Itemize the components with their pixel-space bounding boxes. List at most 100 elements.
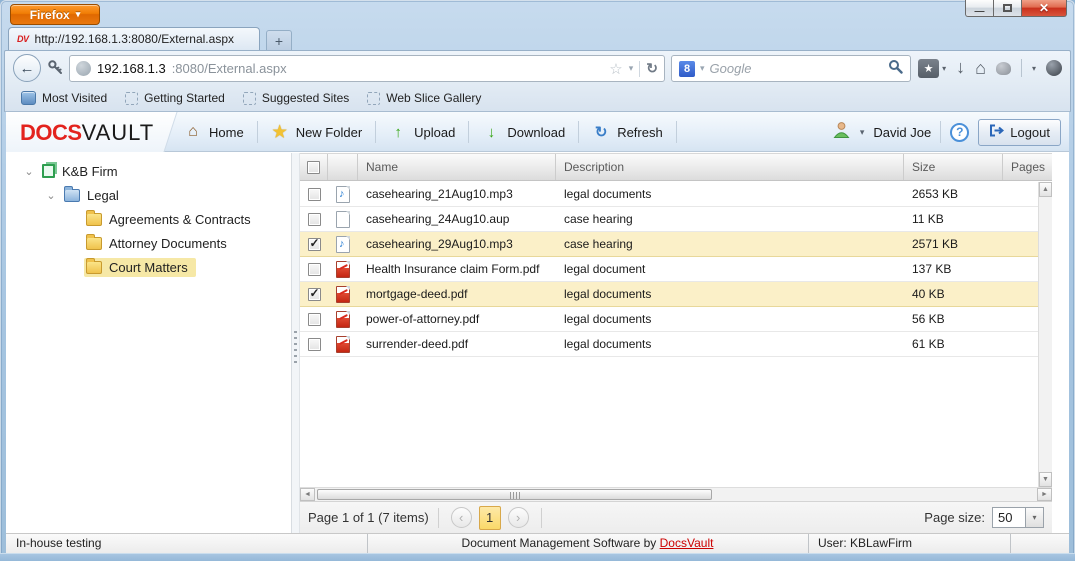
search-bar[interactable]: 8 ▾ Google: [671, 55, 911, 82]
maximize-button[interactable]: [994, 0, 1021, 17]
page-size-dropdown-icon[interactable]: ▾: [1026, 507, 1044, 528]
row-checkbox[interactable]: [308, 313, 321, 326]
file-row-surrender-deed-pdf[interactable]: surrender-deed.pdf legal documents 61 KB: [300, 332, 1052, 357]
file-size: 56 KB: [904, 312, 1003, 326]
file-row-power-of-attorney-pdf[interactable]: power-of-attorney.pdf legal documents 56…: [300, 307, 1052, 332]
name-column-header[interactable]: Name: [358, 154, 556, 180]
bookmarks-caret-icon[interactable]: ▾: [942, 64, 946, 73]
reload-icon[interactable]: ↻: [646, 60, 658, 77]
vertical-scrollbar[interactable]: ▲ ▼: [1038, 182, 1052, 487]
file-name[interactable]: casehearing_21Aug10.mp3: [358, 187, 556, 201]
file-name[interactable]: Health Insurance claim Form.pdf: [358, 262, 556, 276]
app-header: DOCSVAULT ⌂ Home ★ New Folder ↑ Upload ↓…: [6, 112, 1069, 152]
scroll-right-icon[interactable]: ►: [1037, 488, 1052, 501]
downloads-icon[interactable]: ↓: [956, 57, 965, 78]
user-icon[interactable]: [832, 121, 851, 143]
logout-icon: [989, 124, 1004, 140]
help-button[interactable]: ?: [950, 123, 969, 142]
file-row-casehearing-21aug10-mp3[interactable]: ♪ casehearing_21Aug10.mp3 legal document…: [300, 182, 1052, 207]
horizontal-scrollbar[interactable]: ◄ ►: [300, 487, 1052, 501]
toolbar-download-button[interactable]: ↓ Download: [469, 119, 578, 145]
file-name[interactable]: power-of-attorney.pdf: [358, 312, 556, 326]
scroll-down-icon[interactable]: ▼: [1039, 472, 1052, 487]
most-visited-icon: [21, 91, 36, 105]
file-description: legal documents: [556, 337, 904, 351]
file-name[interactable]: casehearing_24Aug10.aup: [358, 212, 556, 226]
toolbar-upload-button[interactable]: ↑ Upload: [376, 119, 468, 145]
chevron-down-icon[interactable]: ⌄: [18, 165, 40, 178]
file-row-mortgage-deed-pdf[interactable]: mortgage-deed.pdf legal documents 40 KB: [300, 282, 1052, 307]
row-checkbox[interactable]: [308, 338, 321, 351]
file-name[interactable]: surrender-deed.pdf: [358, 337, 556, 351]
app-toolbar: ⌂ Home ★ New Folder ↑ Upload ↓ Download …: [171, 112, 677, 152]
minimize-button[interactable]: —: [965, 0, 994, 17]
google-icon[interactable]: 8: [679, 61, 695, 77]
user-caret-icon[interactable]: ▾: [860, 127, 865, 138]
row-checkbox[interactable]: [308, 263, 321, 276]
addon-plugin-icon[interactable]: [996, 62, 1011, 75]
back-button[interactable]: ←: [13, 54, 41, 82]
close-button[interactable]: ✕: [1021, 0, 1067, 17]
dashed-bookmark-icon: [243, 92, 256, 105]
addon-caret-icon[interactable]: ▾: [1032, 64, 1036, 73]
bookmark-web-slice-gallery[interactable]: Web Slice Gallery: [359, 88, 489, 108]
tree-item-legal[interactable]: ⌄ Legal: [6, 183, 291, 207]
bookmark-star-icon[interactable]: ☆: [609, 60, 622, 78]
description-column-header[interactable]: Description: [556, 154, 904, 180]
row-checkbox[interactable]: [308, 213, 321, 226]
browser-tab-external-aspx[interactable]: DV http://192.168.1.3:8080/External.aspx: [8, 27, 260, 50]
title-bar[interactable]: Firefox ▾ — ✕: [0, 0, 1075, 27]
tree-item-court-matters[interactable]: Court Matters: [6, 255, 291, 279]
toolbar-home-button[interactable]: ⌂ Home: [171, 119, 257, 145]
logout-button[interactable]: Logout: [978, 119, 1061, 146]
header-separator: [940, 121, 941, 143]
scroll-up-icon[interactable]: ▲: [1039, 182, 1052, 197]
home-page-icon[interactable]: ⌂: [975, 58, 986, 79]
search-engine-dropdown-icon[interactable]: ▾: [700, 63, 705, 74]
tree-item-attorney-documents[interactable]: Attorney Documents: [6, 231, 291, 255]
tree-item-agreements-contracts[interactable]: Agreements & Contracts: [6, 207, 291, 231]
new-tab-button[interactable]: +: [266, 30, 292, 50]
current-page-button[interactable]: 1: [479, 506, 501, 530]
row-checkbox[interactable]: [308, 238, 321, 251]
key-icon[interactable]: [47, 59, 64, 81]
icon-column-header[interactable]: [328, 154, 358, 180]
addon-sphere-icon[interactable]: [1046, 60, 1062, 76]
toolbar-refresh-button[interactable]: ↻ Refresh: [579, 119, 676, 145]
url-dropdown-icon[interactable]: ▾: [629, 63, 634, 74]
url-bar[interactable]: 192.168.1.3 :8080/External.aspx ☆ ▾ ↻: [69, 55, 665, 82]
globe-icon[interactable]: [76, 61, 91, 76]
bookmark-suggested-sites[interactable]: Suggested Sites: [235, 88, 357, 108]
page-size-select[interactable]: 50: [992, 507, 1026, 528]
horizontal-scroll-thumb[interactable]: [317, 489, 712, 500]
search-magnifier-icon[interactable]: [888, 59, 903, 79]
select-all-checkbox[interactable]: [307, 161, 320, 174]
pages-column-header[interactable]: Pages: [1003, 154, 1039, 180]
tree-item-label: Agreements & Contracts: [109, 212, 251, 227]
row-checkbox[interactable]: [308, 188, 321, 201]
chevron-down-icon[interactable]: ⌄: [40, 189, 62, 202]
size-column-header[interactable]: Size: [904, 154, 1003, 180]
next-page-button[interactable]: ›: [508, 507, 529, 528]
bookmarks-panel-icon[interactable]: ★: [918, 59, 939, 78]
file-name[interactable]: mortgage-deed.pdf: [358, 287, 556, 301]
bookmark-getting-started[interactable]: Getting Started: [117, 88, 233, 108]
file-row-casehearing-29aug10-mp3[interactable]: ♪ casehearing_29Aug10.mp3 case hearing 2…: [300, 232, 1052, 257]
firefox-menu-button[interactable]: Firefox ▾: [10, 4, 100, 25]
search-input[interactable]: Google: [710, 61, 883, 76]
bookmark-most-visited[interactable]: Most Visited: [13, 88, 115, 108]
previous-page-button[interactable]: ‹: [451, 507, 472, 528]
file-name[interactable]: casehearing_29Aug10.mp3: [358, 237, 556, 251]
pagination-bar: Page 1 of 1 (7 items) ‹ 1 › Page size: 5…: [300, 501, 1052, 533]
row-checkbox[interactable]: [308, 288, 321, 301]
file-size: 137 KB: [904, 262, 1003, 276]
panel-splitter[interactable]: [292, 153, 299, 533]
file-row-casehearing-24aug10-aup[interactable]: casehearing_24Aug10.aup case hearing 11 …: [300, 207, 1052, 232]
toolbar-new-folder-button[interactable]: ★ New Folder: [258, 119, 375, 145]
tree-item-k-b-firm[interactable]: ⌄ K&B Firm: [6, 159, 291, 183]
file-row-health-insurance-claim-form-pdf[interactable]: Health Insurance claim Form.pdf legal do…: [300, 257, 1052, 282]
bookmarks-toolbar: Most Visited Getting Started Suggested S…: [5, 85, 1070, 111]
scroll-left-icon[interactable]: ◄: [300, 488, 315, 501]
url-path: :8080/External.aspx: [172, 61, 604, 76]
docsvault-link[interactable]: DocsVault: [660, 536, 714, 550]
